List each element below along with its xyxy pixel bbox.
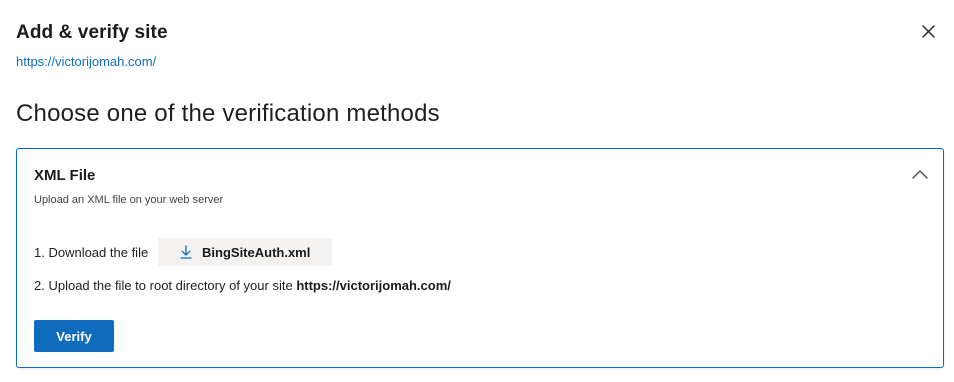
add-verify-site-dialog: Add & verify site https://victorijomah.c… — [0, 0, 954, 382]
step1-label: 1. Download the file — [34, 244, 149, 260]
step-download: 1. Download the file BingSiteAuth.xml — [34, 238, 333, 266]
download-file-button[interactable]: BingSiteAuth.xml — [158, 238, 333, 266]
close-icon — [921, 25, 935, 43]
download-file-name: BingSiteAuth.xml — [202, 244, 311, 260]
step-upload: 2. Upload the file to root directory of … — [34, 278, 451, 293]
section-heading: Choose one of the verification methods — [16, 100, 440, 127]
step2-text: 2. Upload the file to root directory of … — [34, 278, 297, 293]
chevron-up-icon — [912, 166, 928, 184]
dialog-title: Add & verify site — [16, 22, 168, 43]
method-subtitle: Upload an XML file on your web server — [34, 194, 224, 206]
xml-file-method-card: XML File Upload an XML file on your web … — [16, 148, 944, 368]
site-url-link[interactable]: https://victorijomah.com/ — [16, 54, 156, 69]
close-button[interactable] — [914, 20, 942, 48]
step2-site-url: https://victorijomah.com/ — [296, 278, 451, 293]
verify-button[interactable]: Verify — [34, 320, 114, 352]
method-title: XML File — [34, 167, 96, 184]
collapse-button[interactable] — [907, 163, 933, 187]
download-icon — [180, 245, 192, 259]
